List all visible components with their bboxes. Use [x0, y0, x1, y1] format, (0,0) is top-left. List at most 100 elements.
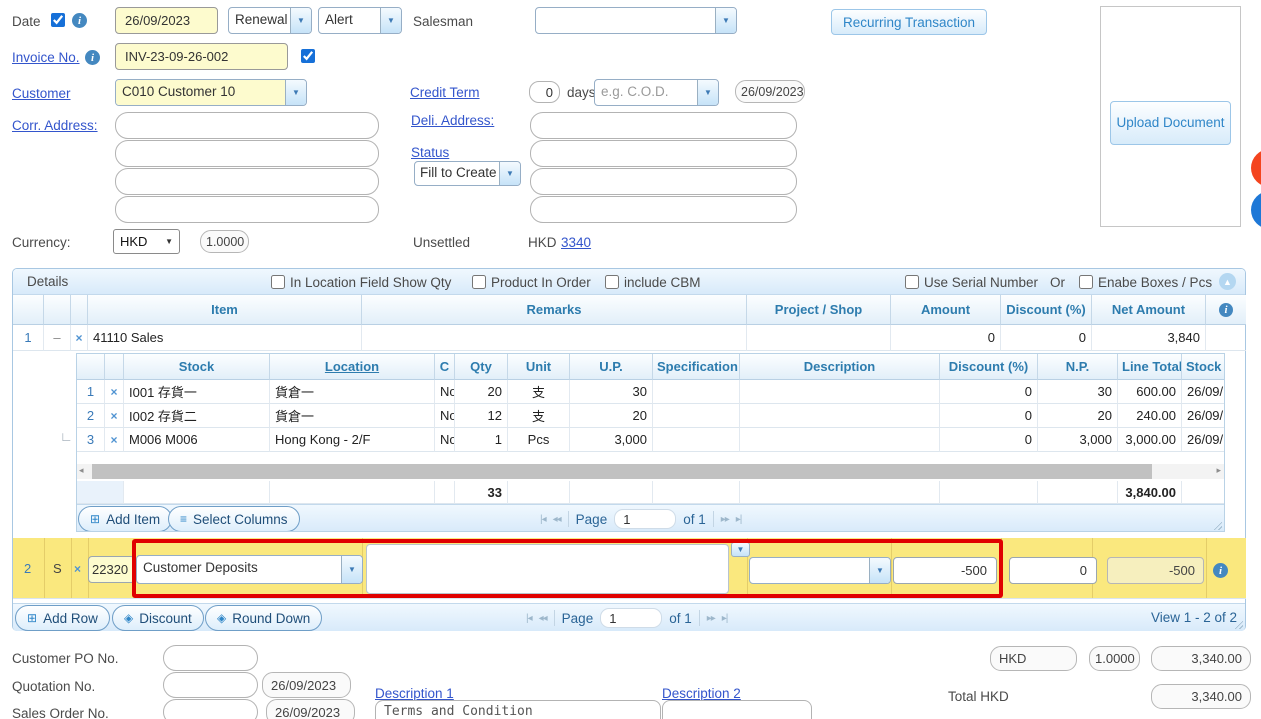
row2-discount-input[interactable]	[1009, 557, 1097, 584]
chevron-down-icon[interactable]: ▼	[869, 558, 890, 583]
upload-document-button[interactable]: Upload Document	[1110, 101, 1231, 145]
deli-address-input-1[interactable]	[530, 112, 797, 139]
date-checkbox[interactable]	[51, 13, 65, 27]
invoice-no-label[interactable]: Invoice No.	[12, 50, 80, 65]
delete-stock-row-icon[interactable]: ×	[110, 409, 117, 423]
sub-row1-qty[interactable]: 20	[455, 380, 508, 404]
row2-info-icon[interactable]: i	[1213, 563, 1228, 578]
sub-row2-stock[interactable]: I002 存貨二	[124, 404, 270, 428]
row2-account-select[interactable]: Customer Deposits ▼	[136, 555, 363, 584]
deli-address-input-2[interactable]	[530, 140, 797, 167]
sub-header-description[interactable]: Description	[740, 354, 940, 380]
corr-address-input-4[interactable]	[115, 196, 379, 223]
invoice-no-input[interactable]	[115, 43, 288, 70]
sub-header-qty[interactable]: Qty	[455, 354, 508, 380]
header-remarks[interactable]: Remarks	[362, 295, 747, 325]
sub-row2-c[interactable]: No	[435, 404, 455, 428]
subgrid-hscrollbar[interactable]: ◂ ▸	[77, 464, 1224, 479]
invoice-info-icon[interactable]: i	[85, 50, 100, 65]
discount-button[interactable]: ◈ Discount	[112, 605, 204, 631]
corr-address-input-1[interactable]	[115, 112, 379, 139]
sub-row1-line-total[interactable]: 600.00	[1118, 380, 1182, 404]
collapse-panel-icon[interactable]: ▲	[1219, 273, 1236, 290]
floating-action-blue-icon[interactable]	[1251, 191, 1261, 229]
sub-row2-unit[interactable]: 支	[508, 404, 570, 428]
sub-header-unit[interactable]: Unit	[508, 354, 570, 380]
header-amount[interactable]: Amount	[891, 295, 1001, 325]
scrollbar-thumb[interactable]	[92, 464, 1152, 479]
credit-term-label[interactable]: Credit Term	[410, 85, 480, 100]
sub-row2-stock-date[interactable]: 26/09/	[1182, 404, 1224, 428]
date-input[interactable]	[115, 7, 218, 34]
subgrid-resize-grip[interactable]	[1211, 519, 1222, 530]
description-2-textarea[interactable]	[662, 700, 812, 719]
sub-row3-stock-date[interactable]: 26/09/	[1182, 428, 1224, 452]
add-item-button[interactable]: ⊞ Add Item	[78, 506, 172, 532]
row1-discount[interactable]: 0	[1001, 325, 1092, 351]
sub-row2-desc[interactable]	[740, 404, 940, 428]
sub-row3-stock[interactable]: M006 M006	[124, 428, 270, 452]
unsettled-amount-link[interactable]: 3340	[561, 235, 591, 250]
delete-row-icon[interactable]: ×	[75, 331, 82, 345]
delete-stock-row-icon[interactable]: ×	[110, 433, 117, 447]
sub-row3-unit[interactable]: Pcs	[508, 428, 570, 452]
row2-remarks-textarea[interactable]	[366, 544, 729, 594]
header-net-amount[interactable]: Net Amount	[1092, 295, 1206, 325]
deli-address-input-3[interactable]	[530, 168, 797, 195]
select-columns-button[interactable]: ≡ Select Columns	[168, 506, 300, 532]
corr-address-input-2[interactable]	[115, 140, 379, 167]
renewal-select[interactable]: Renewal ▼	[228, 7, 312, 34]
sub-row1-c[interactable]: No	[435, 380, 455, 404]
deli-address-label[interactable]: Deli. Address:	[411, 113, 494, 128]
row1-net-amount[interactable]: 3,840	[1092, 325, 1206, 351]
row1-remarks[interactable]	[362, 325, 747, 351]
sub-row3-c[interactable]: No	[435, 428, 455, 452]
row2-account-code-input[interactable]	[88, 556, 135, 583]
description-1-textarea[interactable]: Terms and Condition	[375, 700, 661, 719]
page-first-icon[interactable]: |◂	[526, 613, 532, 624]
sub-row3-desc[interactable]	[740, 428, 940, 452]
add-row-button[interactable]: ⊞ Add Row	[15, 605, 110, 631]
sub-row3-np[interactable]: 3,000	[1038, 428, 1118, 452]
use-serial-number-checkbox[interactable]	[905, 275, 919, 289]
header-project-shop[interactable]: Project / Shop	[747, 295, 891, 325]
currency-select[interactable]: HKD ▼	[113, 229, 180, 254]
page-next-icon[interactable]: ▸▸	[707, 613, 715, 624]
scroll-left-icon[interactable]: ◂	[79, 465, 84, 476]
chevron-down-icon[interactable]: ▼	[715, 8, 736, 33]
sub-row1-up[interactable]: 30	[570, 380, 653, 404]
deli-address-input-4[interactable]	[530, 196, 797, 223]
sub-row1-stock[interactable]: I001 存貨一	[124, 380, 270, 404]
sub-row1-np[interactable]: 30	[1038, 380, 1118, 404]
alert-select[interactable]: Alert ▼	[318, 7, 402, 34]
sub-row2-line-total[interactable]: 240.00	[1118, 404, 1182, 428]
header-item[interactable]: Item	[88, 295, 362, 325]
round-down-button[interactable]: ◈ Round Down	[205, 605, 322, 631]
row1-item[interactable]: 41110 Sales	[88, 325, 362, 351]
quotation-no-input[interactable]	[163, 672, 258, 698]
sub-row3-line-total[interactable]: 3,000.00	[1118, 428, 1182, 452]
remarks-template-dropdown-icon[interactable]: ▼	[731, 542, 750, 557]
collapse-row-icon[interactable]: –	[44, 325, 71, 351]
sub-row1-spec[interactable]	[653, 380, 740, 404]
page-last-icon[interactable]: ▸|	[736, 514, 742, 525]
chevron-down-icon[interactable]: ▼	[285, 80, 306, 105]
scroll-right-icon[interactable]: ▸	[1216, 465, 1221, 476]
page-input[interactable]	[614, 509, 676, 529]
sub-row2-qty[interactable]: 12	[455, 404, 508, 428]
corr-address-input-3[interactable]	[115, 168, 379, 195]
sub-row3-location[interactable]: Hong Kong - 2/F	[270, 428, 435, 452]
in-location-field-show-qty-checkbox[interactable]	[271, 275, 285, 289]
sub-row2-np[interactable]: 20	[1038, 404, 1118, 428]
sub-row1-stock-date[interactable]: 26/09/	[1182, 380, 1224, 404]
floating-action-red-icon[interactable]	[1251, 149, 1261, 187]
description-2-label[interactable]: Description 2	[662, 686, 741, 701]
row2-project-select[interactable]: ▼	[749, 557, 891, 584]
corr-address-label[interactable]: Corr. Address:	[12, 118, 98, 133]
header-discount[interactable]: Discount (%)	[1001, 295, 1092, 325]
sub-row1-location[interactable]: 貨倉一	[270, 380, 435, 404]
product-in-order-checkbox[interactable]	[472, 275, 486, 289]
sub-row2-spec[interactable]	[653, 404, 740, 428]
sub-row1-discount[interactable]: 0	[940, 380, 1038, 404]
chevron-down-icon[interactable]: ▼	[380, 8, 401, 33]
